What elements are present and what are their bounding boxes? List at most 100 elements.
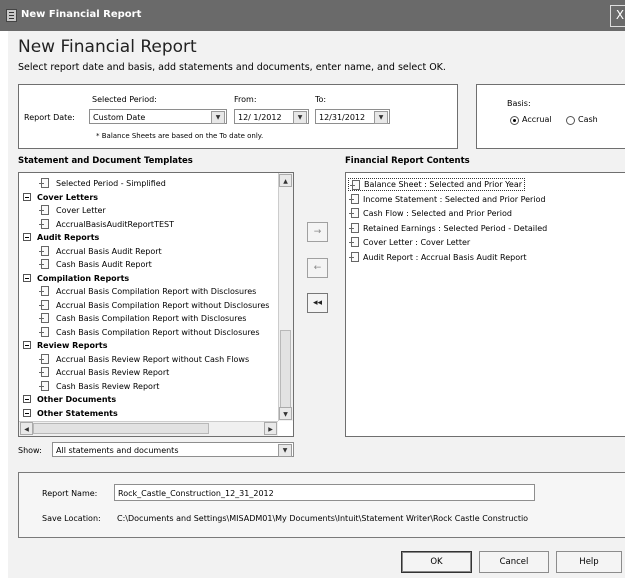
item-label: Accrual Basis Compilation Report without… xyxy=(56,300,270,310)
document-icon xyxy=(39,259,49,269)
scroll-up-icon[interactable]: ▲ xyxy=(279,174,292,187)
item-label: Audit Report : Accrual Basis Audit Repor… xyxy=(363,252,527,262)
cash-radio-label[interactable]: Cash xyxy=(578,115,598,124)
document-icon xyxy=(350,180,360,190)
selected-period-label: Selected Period: xyxy=(92,95,157,104)
item-label: Cover Letters xyxy=(37,192,99,202)
item-label: Audit Reports xyxy=(37,233,100,242)
to-label: To: xyxy=(315,95,327,104)
document-icon xyxy=(39,326,49,337)
item-label: Cash Basis Audit Report xyxy=(56,260,152,269)
report-app-icon xyxy=(6,9,17,22)
collapse-icon[interactable] xyxy=(23,192,31,201)
horizontal-scroll-thumb[interactable] xyxy=(33,423,209,434)
report-date-label: Report Date: xyxy=(24,113,75,122)
to-date-picker[interactable]: 12/31/2012 ▼ xyxy=(315,109,390,124)
basis-label: Basis: xyxy=(507,99,531,108)
document-icon xyxy=(39,313,49,323)
chevron-down-icon[interactable]: ▼ xyxy=(278,444,292,457)
templates-vertical-scrollbar[interactable]: ▲ ▼ xyxy=(278,173,293,421)
to-date-value: 12/31/2012 xyxy=(319,113,366,122)
scroll-down-icon[interactable]: ▼ xyxy=(279,407,292,420)
item-label: Selected Period - Simplified xyxy=(56,179,166,188)
collapse-icon[interactable] xyxy=(23,233,31,241)
document-icon xyxy=(39,286,49,296)
cancel-button[interactable]: Cancel xyxy=(479,551,549,573)
document-icon xyxy=(39,205,49,215)
chevron-down-icon[interactable]: ▼ xyxy=(211,111,225,124)
document-icon xyxy=(39,353,49,364)
item-label: Retained Earnings : Selected Period - De… xyxy=(363,223,548,233)
document-icon xyxy=(349,208,359,218)
item-label: Accrual Basis Audit Report xyxy=(56,246,162,256)
title-bar: New Financial Report X xyxy=(0,0,625,31)
ok-button[interactable]: OK xyxy=(401,551,472,573)
item-label: Accrual Basis Review Report without Cash… xyxy=(56,354,250,364)
collapse-icon[interactable] xyxy=(23,273,31,282)
document-icon xyxy=(349,193,359,204)
accrual-radio[interactable] xyxy=(510,116,519,125)
document-icon xyxy=(349,251,359,262)
from-date-value: 12/ 1/2012 xyxy=(238,113,282,122)
report-contents-list[interactable]: Balance Sheet : Selected and Prior Year I… xyxy=(345,172,625,437)
from-date-picker[interactable]: 12/ 1/2012 ▼ xyxy=(234,109,309,124)
help-button[interactable]: Help xyxy=(556,551,622,573)
report-name-label: Report Name: xyxy=(42,489,98,498)
remove-from-report-button[interactable]: ← xyxy=(307,258,328,278)
report-name-value: Rock_Castle_Construction_12_31_2012 xyxy=(118,489,274,498)
item-label: Cash Basis Compilation Report with Discl… xyxy=(56,314,247,323)
item-label: Cash Flow : Selected and Prior Period xyxy=(363,209,512,218)
accrual-radio-label[interactable]: Accrual xyxy=(522,115,552,124)
chevron-down-icon[interactable]: ▼ xyxy=(374,111,388,124)
from-label: From: xyxy=(234,95,257,104)
chevron-down-icon[interactable]: ▼ xyxy=(293,111,307,124)
scroll-left-icon[interactable]: ◀ xyxy=(20,422,33,435)
item-label: Review Reports xyxy=(37,341,108,350)
page-title: New Financial Report xyxy=(18,37,197,57)
document-icon xyxy=(349,222,359,233)
report-name-input[interactable]: Rock_Castle_Construction_12_31_2012 xyxy=(114,484,535,501)
report-content-item[interactable]: Cover Letter : Cover Letter xyxy=(348,236,470,249)
report-content-item[interactable]: Retained Earnings : Selected Period - De… xyxy=(348,222,547,235)
item-label: Other Documents xyxy=(37,395,117,404)
instructions-text: Select report date and basis, add statem… xyxy=(18,62,446,73)
collapse-icon[interactable] xyxy=(23,395,31,403)
report-content-item[interactable]: Balance Sheet : Selected and Prior Year xyxy=(348,178,526,191)
show-label: Show: xyxy=(18,446,42,455)
item-label: Income Statement : Selected and Prior Pe… xyxy=(363,194,546,204)
item-label: Cover Letter : Cover Letter xyxy=(363,238,471,247)
report-content-item[interactable]: Cash Flow : Selected and Prior Period xyxy=(348,207,512,220)
templates-heading: Statement and Document Templates xyxy=(18,156,193,166)
window-title: New Financial Report xyxy=(21,9,142,20)
collapse-icon[interactable] xyxy=(23,341,31,349)
report-content-item[interactable]: Income Statement : Selected and Prior Pe… xyxy=(348,193,546,206)
templates-list[interactable]: Selected Period - Simplified Cover Letter… xyxy=(18,172,294,437)
item-label: Accrual Basis Review Report xyxy=(56,368,170,377)
item-label: Compilation Reports xyxy=(37,273,130,283)
document-icon xyxy=(39,299,49,310)
report-content-item[interactable]: Audit Report : Accrual Basis Audit Repor… xyxy=(348,251,527,264)
selected-period-select[interactable]: Custom Date ▼ xyxy=(89,109,227,124)
close-icon[interactable]: X xyxy=(610,5,625,27)
templates-horizontal-scrollbar[interactable]: ◀ ▶ xyxy=(19,421,278,436)
item-label: Other Statements xyxy=(37,408,118,418)
contents-heading: Financial Report Contents xyxy=(345,156,470,166)
item-label: Accrual Basis Compilation Report with Di… xyxy=(56,287,257,296)
show-filter-value: All statements and documents xyxy=(56,446,179,455)
scroll-right-icon[interactable]: ▶ xyxy=(264,422,277,435)
document-icon xyxy=(39,218,49,229)
item-label: Cash Basis Review Report xyxy=(56,381,160,391)
document-icon xyxy=(39,178,49,188)
add-to-report-button[interactable]: → xyxy=(307,222,328,242)
balance-sheet-note: * Balance Sheets are based on the To dat… xyxy=(96,132,264,140)
item-label: Cover Letter xyxy=(56,206,106,215)
report-name-panel xyxy=(18,472,625,538)
show-filter-select[interactable]: All statements and documents ▼ xyxy=(52,442,294,457)
document-icon xyxy=(39,367,49,377)
item-label: AccrualBasisAuditReportTEST xyxy=(56,219,174,229)
item-label: Balance Sheet : Selected and Prior Year xyxy=(364,180,523,189)
remove-all-button[interactable]: ◂◂ xyxy=(307,293,328,313)
scroll-thumb[interactable] xyxy=(280,330,291,408)
cash-radio[interactable] xyxy=(566,116,575,125)
collapse-icon[interactable] xyxy=(23,408,31,417)
